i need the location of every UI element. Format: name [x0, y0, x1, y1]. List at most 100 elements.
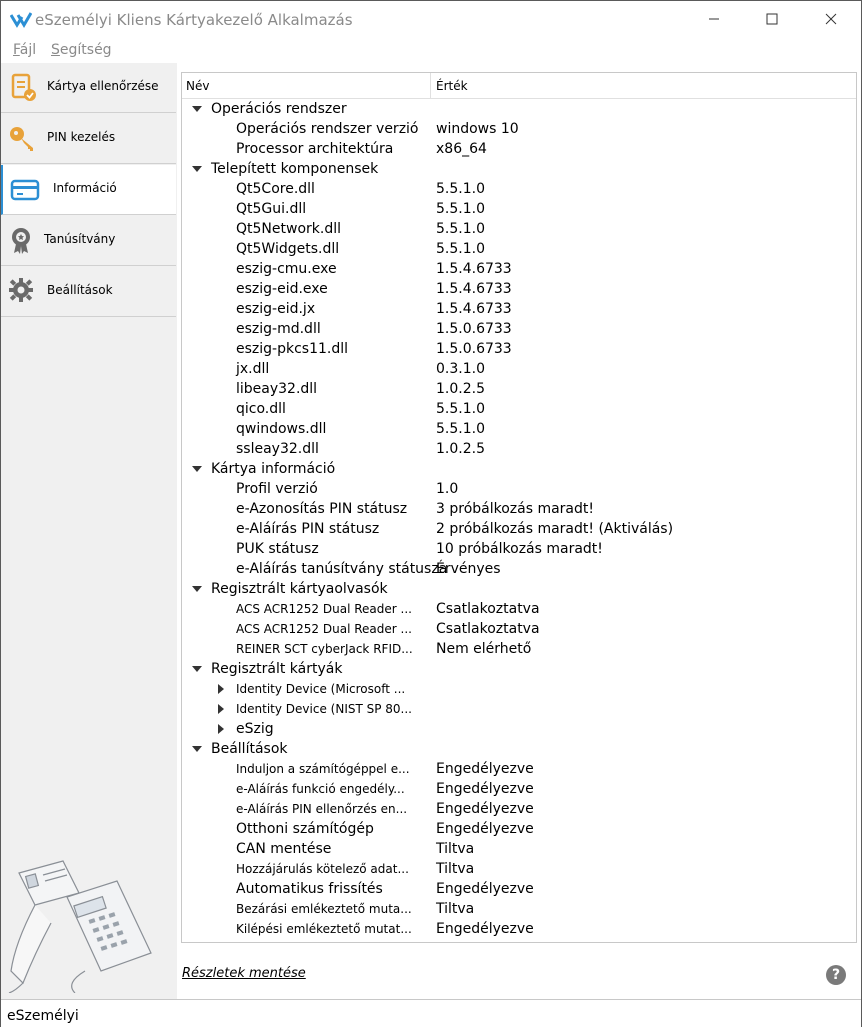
info-tree[interactable]: Név Érték Operációs rendszer Operációs re… — [181, 72, 857, 943]
tree-row[interactable]: e-Aláírás PIN ellenőrzés en... Engedélyez… — [182, 799, 856, 819]
expand-arrow-icon[interactable] — [192, 586, 202, 592]
tree-row-name: Regisztrált kártyaolvasók — [211, 581, 388, 597]
minimize-button[interactable] — [691, 1, 737, 37]
sidebar-item-card-check[interactable]: Kártya ellenőrzése — [1, 63, 176, 113]
info-card-icon — [10, 179, 40, 201]
expand-arrow-icon[interactable] — [192, 106, 202, 112]
expand-arrow-icon[interactable] — [192, 746, 202, 752]
tree-row[interactable]: ssleay32.dll 1.0.2.5 — [182, 439, 856, 459]
close-button[interactable] — [808, 1, 854, 37]
tree-group-row[interactable]: Operációs rendszer — [182, 99, 856, 119]
tree-row-value: 0.3.1.0 — [436, 361, 485, 377]
tree-group-row[interactable]: Beállítások — [182, 739, 856, 759]
collapse-arrow-icon[interactable] — [218, 724, 224, 734]
sidebar-item-settings[interactable]: Beállítások — [1, 267, 176, 317]
tree-row[interactable]: Qt5Network.dll 5.5.1.0 — [182, 219, 856, 239]
column-divider[interactable] — [430, 73, 431, 99]
sidebar-item-certificate[interactable]: Tanúsítvány — [1, 216, 176, 266]
tree-row-value: 1.0.2.5 — [436, 441, 485, 457]
tree-row-value: 5.5.1.0 — [436, 181, 485, 197]
tree-row[interactable]: Qt5Core.dll 5.5.1.0 — [182, 179, 856, 199]
tree-row[interactable]: qwindows.dll 5.5.1.0 — [182, 419, 856, 439]
expand-arrow-icon[interactable] — [192, 166, 202, 172]
tree-row[interactable]: Processor architektúra x86_64 — [182, 139, 856, 159]
collapse-arrow-icon[interactable] — [218, 684, 224, 694]
tree-row[interactable]: e-Aláírás tanúsítvány státusza Érvényes — [182, 559, 856, 579]
tree-row[interactable]: eSzig — [182, 719, 856, 739]
tree-row[interactable]: ACS ACR1252 Dual Reader ... Csatlakoztatv… — [182, 599, 856, 619]
tree-row-value: Csatlakoztatva — [436, 601, 540, 617]
tree-row[interactable]: Hozzájárulás kötelező adat... Tiltva — [182, 859, 856, 879]
tree-row-value: 1.0 — [436, 481, 459, 497]
tree-row[interactable]: eszig-md.dll 1.5.0.6733 — [182, 319, 856, 339]
tree-row-value: Nem elérhető — [436, 641, 532, 657]
tree-row[interactable]: Profil verzió 1.0 — [182, 479, 856, 499]
tree-group-row[interactable]: Kártya információ — [182, 459, 856, 479]
tree-row[interactable]: e-Aláírás PIN státusz 2 próbálkozás marad… — [182, 519, 856, 539]
window-title: eSzemélyi Kliens Kártyakezelő Alkalmazás — [35, 11, 353, 29]
tree-row[interactable]: Qt5Widgets.dll 5.5.1.0 — [182, 239, 856, 259]
tree-row[interactable]: Identity Device (NIST SP 80... — [182, 699, 856, 719]
sidebar-item-info[interactable]: Információ — [1, 165, 176, 215]
tree-group-row[interactable]: Regisztrált kártyaolvasók — [182, 579, 856, 599]
tree-row-name: e-Azonosítás PIN státusz — [236, 501, 408, 517]
menu-file[interactable]: Fájl — [13, 42, 36, 58]
tree-row-name: Qt5Core.dll — [236, 181, 315, 197]
tree-row[interactable]: CAN mentése Tiltva — [182, 839, 856, 859]
tree-row[interactable]: Automatikus frissítés Engedélyezve — [182, 879, 856, 899]
tree-row[interactable]: Induljon a számítógéppel e... Engedélyezv… — [182, 759, 856, 779]
save-details-link[interactable]: Részletek mentése — [182, 966, 306, 981]
status-bar: eSzemélyi — [1, 999, 861, 1027]
expand-arrow-icon[interactable] — [192, 466, 202, 472]
sidebar-item-pin[interactable]: PIN kezelés — [1, 114, 176, 164]
card-reader-illustration — [8, 860, 152, 993]
tree-row-name: Identity Device (Microsoft ... — [236, 682, 406, 696]
tree-row[interactable]: ACS ACR1252 Dual Reader ... Csatlakoztatv… — [182, 619, 856, 639]
tree-row-value: 5.5.1.0 — [436, 401, 485, 417]
tree-row-value: Engedélyezve — [436, 781, 534, 797]
collapse-arrow-icon[interactable] — [218, 704, 224, 714]
tree-row[interactable]: e-Azonosítás PIN státusz 3 próbálkozás ma… — [182, 499, 856, 519]
tree-row[interactable]: PUK státusz 10 próbálkozás maradt! — [182, 539, 856, 559]
title-bar[interactable]: eSzemélyi Kliens Kártyakezelő Alkalmazás — [1, 1, 861, 39]
tree-row[interactable]: Bezárási emlékeztető muta... Tiltva — [182, 899, 856, 919]
tree-row[interactable]: jx.dll 0.3.1.0 — [182, 359, 856, 379]
tree-row[interactable]: REINER SCT cyberJack RFID... Nem elérhető — [182, 639, 856, 659]
tree-row-value: Engedélyezve — [436, 821, 534, 837]
column-header-value[interactable]: Érték — [436, 79, 468, 93]
tree-row[interactable]: Kilépési emlékeztető mutat... Engedélyezv… — [182, 919, 856, 939]
tree-row-name: Beállítások — [211, 741, 288, 757]
tree-row[interactable]: libeay32.dll 1.0.2.5 — [182, 379, 856, 399]
tree-row[interactable]: Otthoni számítógép Engedélyezve — [182, 819, 856, 839]
tree-row[interactable]: Qt5Gui.dll 5.5.1.0 — [182, 199, 856, 219]
column-header-name[interactable]: Név — [186, 79, 209, 93]
tree-row[interactable]: eszig-pkcs11.dll 1.5.0.6733 — [182, 339, 856, 359]
tree-row-name: Automatikus frissítés — [236, 881, 383, 897]
sidebar-item-label: Kártya ellenőrzése — [47, 79, 159, 93]
help-button[interactable]: ? — [826, 965, 846, 985]
tree-group-row[interactable]: Regisztrált kártyák — [182, 659, 856, 679]
key-icon — [10, 127, 33, 151]
tree-row[interactable]: qico.dll 5.5.1.0 — [182, 399, 856, 419]
tree-row[interactable]: eszig-cmu.exe 1.5.4.6733 — [182, 259, 856, 279]
tree-row-name: Otthoni számítógép — [236, 821, 374, 837]
tree-row-name: qwindows.dll — [236, 421, 327, 437]
menu-help[interactable]: Segítség — [51, 42, 112, 58]
maximize-button[interactable] — [749, 1, 795, 37]
tree-row[interactable]: eszig-eid.jx 1.5.4.6733 — [182, 299, 856, 319]
tree-row[interactable]: eszig-eid.exe 1.5.4.6733 — [182, 279, 856, 299]
tree-row-value: 1.5.4.6733 — [436, 261, 512, 277]
tree-row-value: 1.5.4.6733 — [436, 301, 512, 317]
tree-row-name: Regisztrált kártyák — [211, 661, 343, 677]
tree-row-value: Csatlakoztatva — [436, 621, 540, 637]
tree-row-name: e-Aláírás PIN státusz — [236, 521, 380, 537]
expand-arrow-icon[interactable] — [192, 666, 202, 672]
tree-row[interactable]: Identity Device (Microsoft ... — [182, 679, 856, 699]
tree-row-name: Telepített komponensek — [211, 161, 379, 177]
tree-group-row[interactable]: Telepített komponensek — [182, 159, 856, 179]
tree-row[interactable]: e-Aláírás funkció engedély... Engedélyezv… — [182, 779, 856, 799]
app-window: eSzemélyi Kliens Kártyakezelő Alkalmazás… — [0, 0, 862, 1027]
tree-row-value: 2 próbálkozás maradt! (Aktiválás) — [436, 521, 674, 537]
tree-row[interactable]: Operációs rendszer verzió windows 10 — [182, 119, 856, 139]
tree-row-name: eszig-eid.exe — [236, 281, 328, 297]
